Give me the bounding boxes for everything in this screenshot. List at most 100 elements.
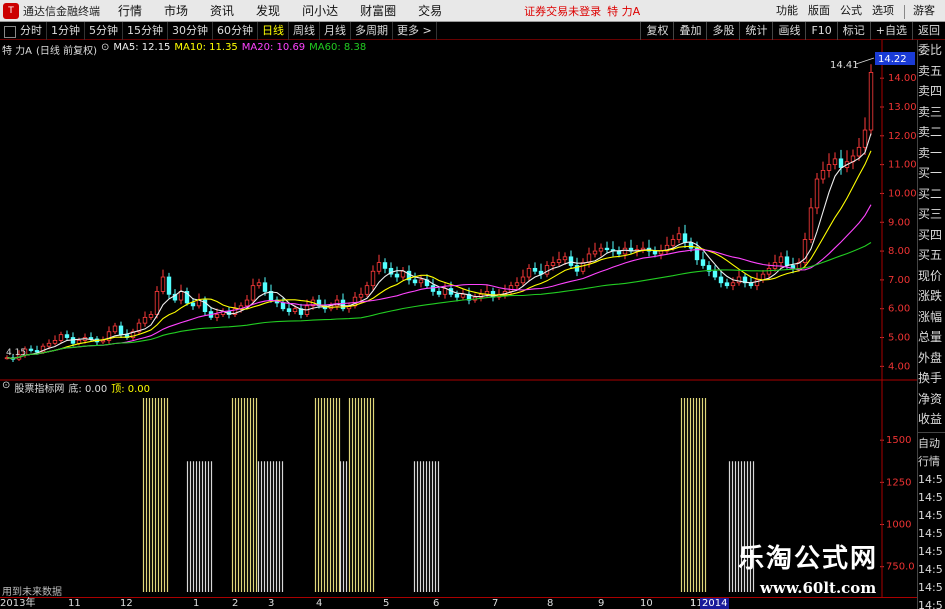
indicator-settings-icon[interactable]: ⊙ <box>2 380 10 394</box>
candle-body <box>64 334 70 338</box>
candle-body <box>862 129 868 148</box>
menu-formula[interactable]: 公式 <box>840 2 862 19</box>
app-title: 通达信金融终端 <box>23 4 100 18</box>
menu-market-quotes[interactable]: 行情 <box>118 2 142 19</box>
tool-add-watchlist-button[interactable]: +自选 <box>869 21 912 40</box>
ma10-line <box>6 150 872 359</box>
indicator-top-value: 顶: 0.00 <box>111 384 151 395</box>
price-axis: 14.00 13.00 12.00 11.00 10.00 9.00 8.00 7.00 6.0… <box>880 73 917 372</box>
candle-body <box>244 299 250 307</box>
menu-layout[interactable]: 版面 <box>808 2 830 19</box>
candle-body <box>814 178 820 209</box>
menu-options[interactable]: 选项 <box>872 2 894 19</box>
candle-body <box>76 340 82 344</box>
candle-body <box>286 308 292 312</box>
indicator-name: 股票指标网 <box>14 384 65 395</box>
rp-auto[interactable]: 自动 <box>918 435 945 453</box>
candle-body <box>676 233 682 240</box>
candle-body <box>826 164 832 171</box>
time-axis-label: 7 <box>492 598 499 609</box>
kline-chart[interactable]: 14.00 13.00 12.00 11.00 10.00 9.00 8.00 7.00 6.0… <box>0 40 917 597</box>
candle-body <box>166 276 172 295</box>
rp-net-assets: 净资 <box>918 391 943 406</box>
trade-login-status[interactable]: 证券交易未登录 <box>524 3 601 19</box>
period-tab-15min[interactable]: 15分钟 <box>123 21 168 40</box>
candle-body <box>640 247 646 251</box>
period-tab-intraday[interactable]: 分时 <box>16 21 47 40</box>
candle-body <box>262 282 268 292</box>
candle-body <box>688 242 694 249</box>
candle-body <box>382 262 388 269</box>
menu-wealth-circle[interactable]: 财富圈 <box>360 2 396 19</box>
candle-body <box>442 288 448 295</box>
candle-body <box>682 233 688 243</box>
period-tab-5min[interactable]: 5分钟 <box>85 21 123 40</box>
candle-body <box>820 169 826 180</box>
high-price-label: 14.41 <box>830 60 859 71</box>
candlestick-series <box>4 64 874 362</box>
time-axis-label: 5 <box>383 598 390 609</box>
period-tab-multi[interactable]: 多周期 <box>351 21 393 40</box>
menu-functions[interactable]: 功能 <box>776 2 798 19</box>
app-logo-icon: T <box>3 2 19 19</box>
rp-price: 现价 <box>918 268 943 283</box>
rp-bid5: 买五 <box>918 248 943 262</box>
tool-draw-line-button[interactable]: 画线 <box>772 21 805 40</box>
tool-multi-stock-button[interactable]: 多股 <box>706 21 739 40</box>
rp-ask1: 卖一 <box>918 145 943 160</box>
time-axis-label: 10 <box>640 598 653 609</box>
price-tick-label: 10.00 <box>888 188 917 199</box>
tool-back-button[interactable]: 返回 <box>912 21 945 40</box>
rp-order-ratio: 委比 <box>918 43 943 57</box>
period-toolbar: 分时 1分钟 5分钟 15分钟 30分钟 60分钟 日线 周线 月线 多周期 更… <box>0 21 945 40</box>
time-axis: 2013年 11 12 1 2 3 4 5 6 7 8 9 10 11 1 2014 <box>0 597 917 609</box>
candle-body <box>364 285 370 295</box>
candle-body <box>178 291 184 301</box>
time-axis-label: 4 <box>316 598 323 609</box>
tool-mark-button[interactable]: 标记 <box>836 21 870 40</box>
period-tab-30min[interactable]: 30分钟 <box>168 21 213 40</box>
candle-body <box>736 276 742 284</box>
time-axis-label: 11 <box>68 598 81 609</box>
candle-body <box>616 250 622 255</box>
candle-body <box>598 247 604 252</box>
candle-body <box>148 314 154 318</box>
period-tab-1min[interactable]: 1分钟 <box>47 21 85 40</box>
menu-trade[interactable]: 交易 <box>418 2 442 19</box>
grid-icon[interactable] <box>4 26 16 38</box>
candle-body <box>712 270 718 278</box>
indicator-bottom-value: 底: 0.00 <box>68 384 108 395</box>
candle-body <box>532 267 538 272</box>
tool-overlay-button[interactable]: 叠加 <box>673 21 706 40</box>
candle-body <box>568 256 574 266</box>
time-axis-label: 2013年 <box>0 598 36 609</box>
period-tab-more[interactable]: 更多 > <box>393 21 437 40</box>
legend-mode: (日线 前复权) <box>36 46 98 57</box>
rp-bid4: 买四 <box>918 227 943 242</box>
candle-body <box>868 72 874 131</box>
rp-bid3: 买三 <box>918 207 943 221</box>
candle-body <box>256 282 262 287</box>
period-tab-weekly[interactable]: 周线 <box>289 21 320 40</box>
candle-body <box>100 340 106 343</box>
period-tab-60min[interactable]: 60分钟 <box>213 21 258 40</box>
rp-change: 涨跌 <box>918 289 943 303</box>
tool-adjust-button[interactable]: 复权 <box>640 21 673 40</box>
tool-f10-button[interactable]: F10 <box>805 21 836 40</box>
rp-ask5: 卖五 <box>918 63 943 78</box>
menu-news[interactable]: 资讯 <box>210 2 234 19</box>
candle-body <box>856 146 862 157</box>
guest-user[interactable]: 游客 <box>913 2 935 19</box>
candle-body <box>778 256 784 264</box>
menu-ask-xiaoda[interactable]: 问小达 <box>302 2 338 19</box>
tool-stats-button[interactable]: 统计 <box>739 21 772 40</box>
candle-body <box>604 247 610 251</box>
period-tab-daily[interactable]: 日线 <box>258 21 289 40</box>
period-tab-monthly[interactable]: 月线 <box>320 21 351 40</box>
candle-body <box>832 158 838 166</box>
main-chart-legend: 特 力A (日线 前复权) ⊙ MA5: 12.15 MA10: 11.35 M… <box>2 42 370 57</box>
rp-quotes[interactable]: 行情 <box>918 453 945 471</box>
menu-market[interactable]: 市场 <box>164 2 188 19</box>
legend-settings-icon[interactable]: ⊙ <box>101 42 109 56</box>
menu-discover[interactable]: 发现 <box>256 2 280 19</box>
